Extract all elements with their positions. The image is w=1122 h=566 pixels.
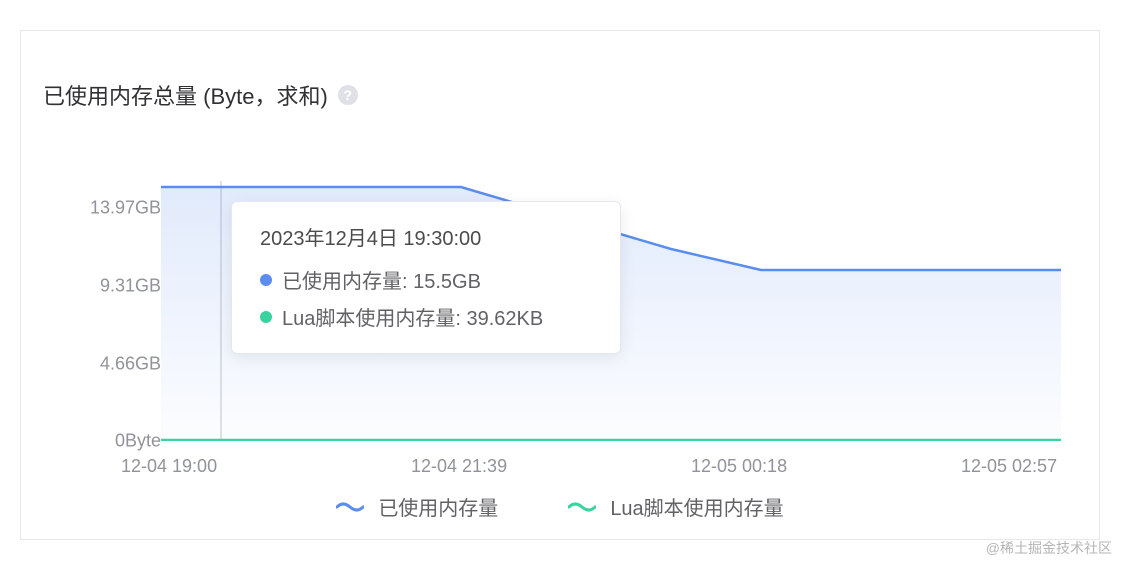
x-tick: 12-05 02:57	[961, 456, 1057, 477]
series-dot-icon	[260, 274, 272, 286]
tooltip-label: Lua脚本使用内存量: 39.62KB	[282, 302, 543, 331]
legend-label: Lua脚本使用内存量	[610, 492, 783, 521]
tooltip-label: 已使用内存量: 15.5GB	[282, 265, 481, 294]
y-tick: 0Byte	[115, 431, 161, 452]
y-tick: 13.97GB	[90, 198, 161, 219]
chart-title: 已使用内存总量 (Byte，求和)	[43, 79, 328, 111]
chart-tooltip: 2023年12月4日 19:30:00 已使用内存量: 15.5GB Lua脚本…	[231, 201, 621, 354]
legend-item[interactable]: Lua脚本使用内存量	[568, 492, 783, 521]
y-tick: 4.66GB	[100, 354, 161, 375]
legend-swatch-icon	[336, 500, 364, 514]
y-tick: 9.31GB	[100, 276, 161, 297]
watermark: @稀土掘金技术社区	[986, 538, 1112, 558]
chart-panel: 已使用内存总量 (Byte，求和) ? 13.97GB 9.31GB 4.66G…	[20, 30, 1100, 540]
tooltip-row: 已使用内存量: 15.5GB	[260, 265, 592, 294]
tooltip-timestamp: 2023年12月4日 19:30:00	[260, 222, 592, 251]
legend-swatch-icon	[568, 500, 596, 514]
legend-label: 已使用内存量	[378, 492, 498, 521]
x-tick: 12-04 21:39	[411, 456, 507, 477]
help-icon[interactable]: ?	[338, 85, 358, 105]
x-tick: 12-05 00:18	[691, 456, 787, 477]
chart-legend: 已使用内存量 Lua脚本使用内存量	[21, 492, 1099, 521]
series-dot-icon	[260, 311, 272, 323]
x-tick: 12-04 19:00	[121, 456, 217, 477]
chart-title-row: 已使用内存总量 (Byte，求和) ?	[43, 79, 358, 111]
legend-item[interactable]: 已使用内存量	[336, 492, 498, 521]
tooltip-row: Lua脚本使用内存量: 39.62KB	[260, 302, 592, 331]
